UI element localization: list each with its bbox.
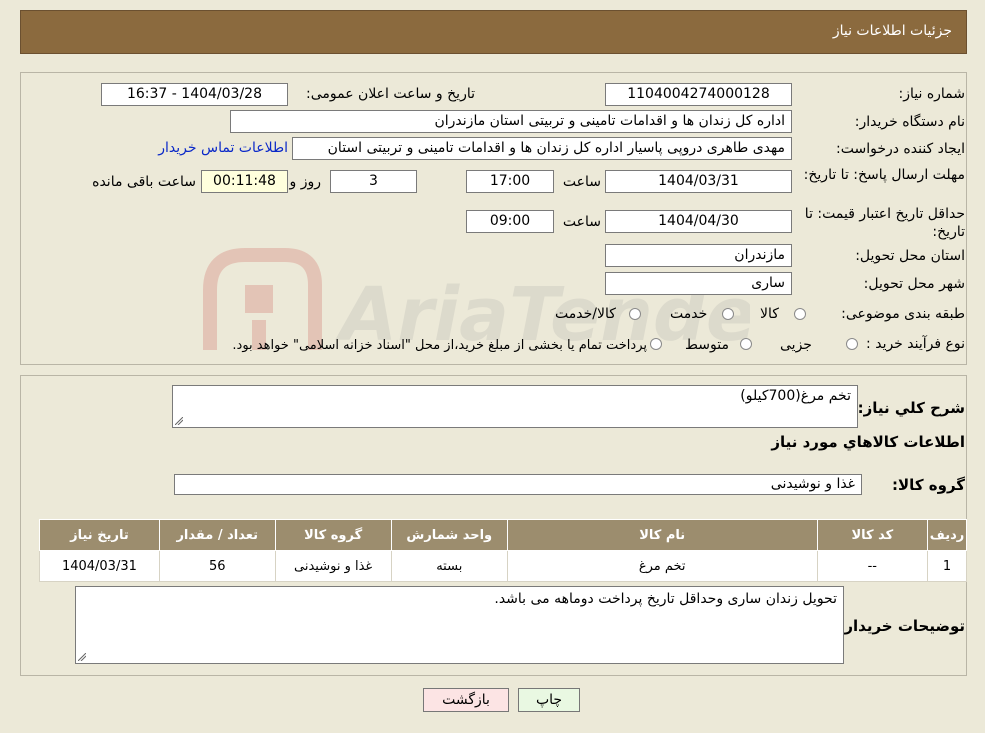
reply-deadline-time-field: 17:00 [466,170,554,193]
col-goods-name: نام کالا [506,519,818,551]
buyer-notes-text: تحویل زندان ساری وحداقل تاریخ پرداخت دوم… [494,591,837,607]
cell-quantity: 56 [158,550,276,582]
col-quantity: تعداد / مقدار [158,519,276,551]
reply-deadline-date-field: 1404/03/31 [605,170,792,193]
need-number-label: شماره نیاز: [898,86,966,102]
price-validity-time-label: ساعت [562,214,601,230]
col-row-number: رديف [927,519,967,551]
days-remaining-field: 3 [330,170,417,193]
time-remaining-field: 00:11:48 [201,170,288,193]
table-header-row: رديف کد کالا نام کالا واحد شمارش گروه کا… [39,519,967,551]
category-label: طبقه بندی موضوعی: [841,306,965,322]
purchase-radio-medium[interactable] [740,338,752,350]
table-row: 1 -- تخم مرغ بسته غذا و نوشیدنی 56 1404/… [39,550,967,582]
category-option-goods: کالا [760,306,779,322]
purchase-option-minor: جزیی [780,337,812,353]
description-textarea[interactable]: تخم مرغ(700کیلو) [172,385,858,428]
price-validity-time-field: 09:00 [466,210,554,233]
category-radio-goods-service[interactable] [629,308,641,320]
buyer-org-label: نام دستگاه خریدار: [854,114,965,130]
category-option-goods-service: کالا/خدمت [555,306,616,322]
purchase-option-medium: متوسط [685,337,729,353]
delivery-city-field: ساری [605,272,792,295]
description-label: شرح کلي نياز: [857,399,965,417]
time-remaining-label: ساعت باقی مانده [92,174,196,190]
announce-datetime-label: تاریخ و ساعت اعلان عمومی: [306,86,475,102]
reply-deadline-time-label: ساعت [562,174,601,190]
buyer-notes-label: توضیحات خریدار: [838,617,965,635]
cell-goods-group: غذا و نوشیدنی [274,550,392,582]
cell-row-number: 1 [927,550,967,582]
description-text: تخم مرغ(700کیلو) [740,388,851,404]
requester-field: مهدی طاهری دروپی پاسیار اداره کل زندان ه… [292,137,792,160]
days-label: روز و [289,174,322,190]
purchase-checkbox-treasury[interactable] [650,338,662,350]
col-unit: واحد شمارش [390,519,508,551]
cell-unit: بسته [390,550,508,582]
category-radio-service[interactable] [722,308,734,320]
cell-goods-name: تخم مرغ [506,550,818,582]
goods-group-field: غذا و نوشیدنی [174,474,862,495]
category-option-service: خدمت [670,306,708,322]
buyer-contact-link[interactable]: اطلاعات تماس خریدار [158,140,288,156]
price-validity-date-field: 1404/04/30 [605,210,792,233]
page-header: جزئیات اطلاعات نیاز [20,10,967,54]
goods-table: رديف کد کالا نام کالا واحد شمارش گروه کا… [39,519,967,582]
category-radio-goods[interactable] [794,308,806,320]
delivery-city-label: شهر محل تحویل: [863,276,965,292]
buyer-notes-textarea[interactable]: تحویل زندان ساری وحداقل تاریخ پرداخت دوم… [75,586,844,664]
col-need-date: تاریخ نیاز [39,519,160,551]
back-button[interactable]: بازگشت [423,688,509,712]
buyer-org-field: اداره کل زندان ها و اقدامات تامینی و ترب… [230,110,792,133]
col-goods-group: گروه کالا [274,519,392,551]
delivery-province-label: استان محل تحویل: [855,248,965,264]
cell-goods-code: -- [816,550,929,582]
purchase-radio-minor[interactable] [846,338,858,350]
resize-handle-icon[interactable] [78,653,86,661]
goods-info-heading: اطلاعات کالاهاي مورد نياز [771,433,965,451]
resize-handle-icon[interactable] [175,417,183,425]
purchase-note: پرداخت تمام یا بخشی از مبلغ خرید،از محل … [232,338,647,353]
purchase-type-label: نوع فرآیند خرید : [866,336,965,352]
price-validity-label: حداقل تاریخ اعتبار قیمت: تا تاریخ: [804,206,965,240]
reply-deadline-label: مهلت ارسال پاسخ: تا تاریخ: [803,167,965,183]
print-button[interactable]: چاپ [518,688,580,712]
cell-need-date: 1404/03/31 [39,550,160,582]
goods-group-label: گروه کالا: [892,476,965,494]
delivery-province-field: مازندران [605,244,792,267]
col-goods-code: کد کالا [816,519,929,551]
need-number-field: 1104004274000128 [605,83,792,106]
requester-label: ایجاد کننده درخواست: [836,141,965,157]
announce-datetime-field: 1404/03/28 - 16:37 [101,83,288,106]
page-title: جزئیات اطلاعات نیاز [832,23,952,39]
